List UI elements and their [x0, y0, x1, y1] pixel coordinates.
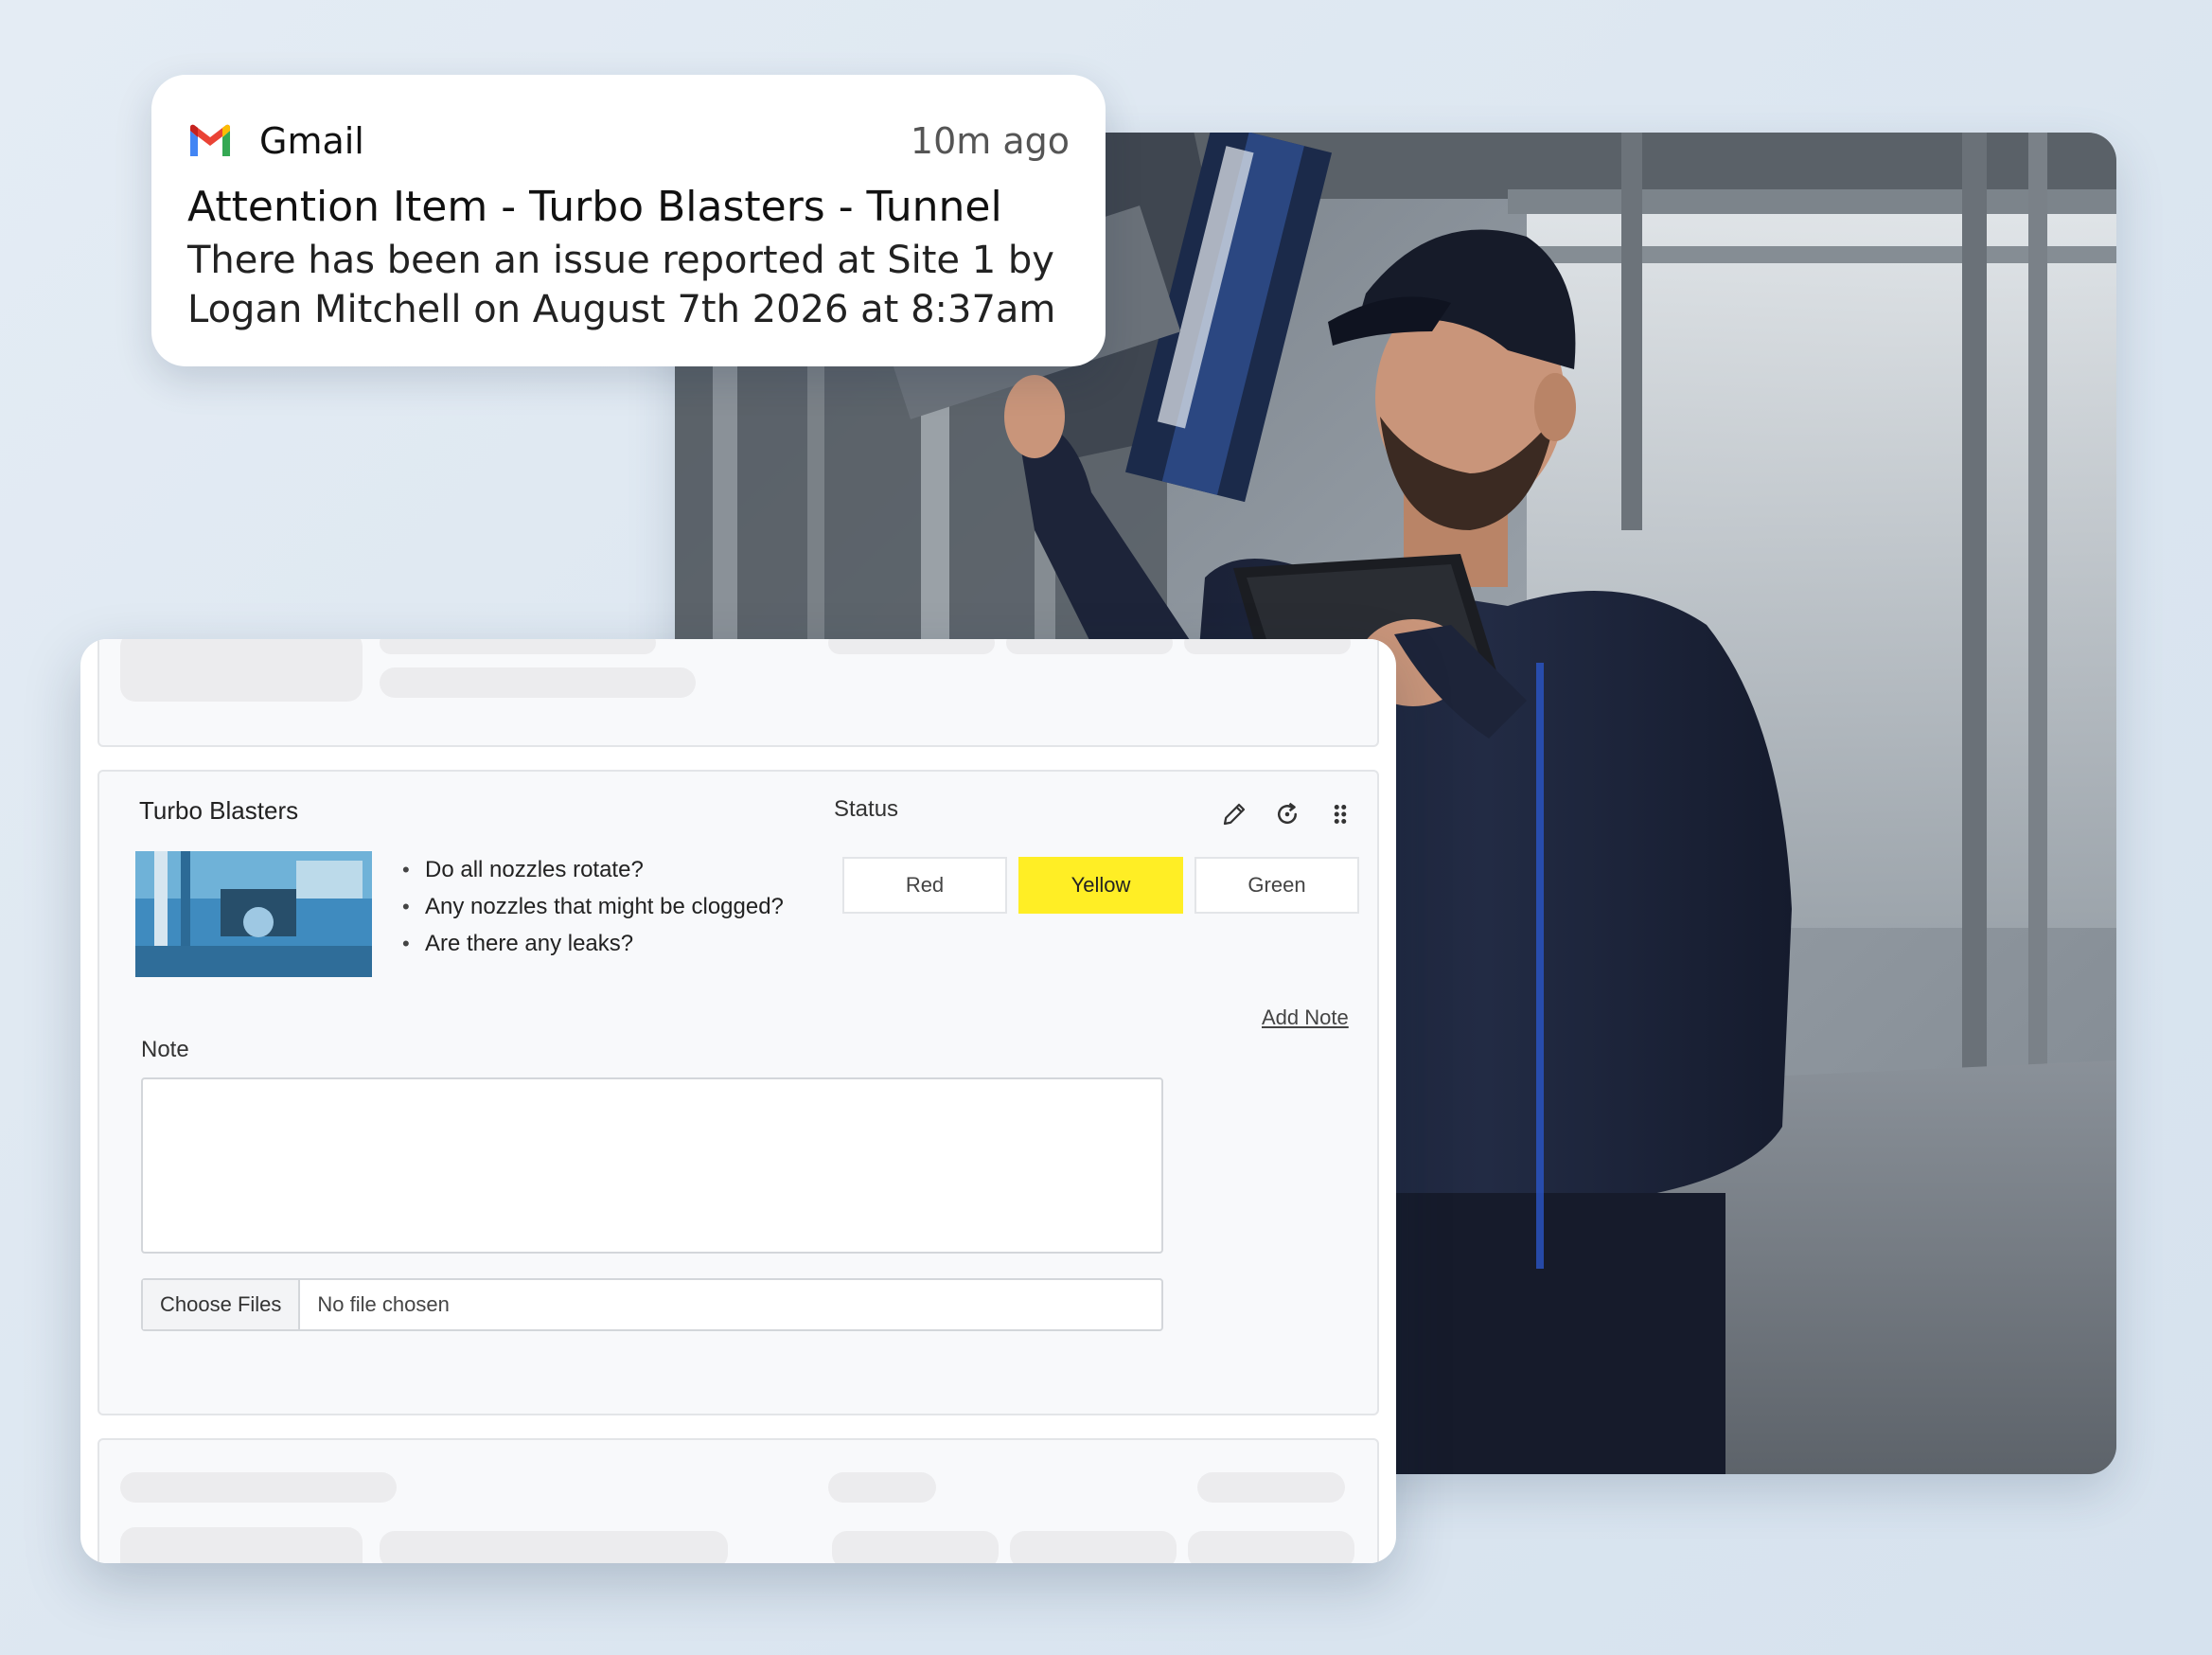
note-textarea[interactable]: [141, 1077, 1163, 1254]
inspection-checklist: Do all nozzles rotate? Any nozzles that …: [402, 851, 784, 962]
skeleton-block: [1006, 639, 1173, 654]
status-yellow-button[interactable]: Yellow: [1018, 857, 1183, 914]
checklist-item: Any nozzles that might be clogged?: [402, 888, 784, 925]
skeleton-block: [1010, 1531, 1177, 1563]
file-status: No file chosen: [317, 1292, 450, 1316]
skeleton-block: [380, 667, 696, 698]
skeleton-block: [380, 1531, 728, 1563]
checklist-item: Are there any leaks?: [402, 925, 784, 962]
status-label: Status: [834, 796, 899, 822]
inspection-title: Turbo Blasters: [139, 796, 299, 825]
notification-body-line-2: Logan Mitchell on August 7th 2026 at 8:3…: [187, 288, 1056, 331]
status-red-button[interactable]: Red: [842, 857, 1007, 914]
skeleton-block: [1188, 1531, 1354, 1563]
placeholder-card-top: [97, 639, 1379, 747]
skeleton-block: [120, 639, 363, 702]
status-green-button[interactable]: Green: [1194, 857, 1359, 914]
add-note-link[interactable]: Add Note: [1262, 1005, 1349, 1030]
gmail-notification[interactable]: Gmail 10m ago Attention Item - Turbo Bla…: [151, 75, 1106, 366]
choose-files-button[interactable]: Choose Files: [143, 1280, 301, 1329]
skeleton-block: [1197, 1472, 1345, 1503]
note-label: Note: [141, 1037, 189, 1062]
notification-header: Gmail 10m ago: [187, 111, 1070, 171]
skeleton-block: [1184, 639, 1351, 654]
notification-title: Attention Item - Turbo Blasters - Tunnel: [187, 183, 1002, 231]
gmail-logo-icon: [190, 124, 230, 156]
inspection-panel: Turbo Blasters Status Do all nozzle: [80, 639, 1396, 1563]
notification-app-name: Gmail: [259, 120, 364, 162]
drag-handle-icon[interactable]: [1326, 800, 1354, 828]
skeleton-block: [120, 1472, 397, 1503]
pencil-icon[interactable]: [1220, 800, 1248, 828]
skeleton-block: [120, 1527, 363, 1563]
notification-time: 10m ago: [910, 120, 1070, 162]
skeleton-block: [828, 639, 995, 654]
skeleton-block: [828, 1472, 936, 1503]
status-button-group: Red Yellow Green: [842, 857, 1359, 914]
inspection-card: Turbo Blasters Status Do all nozzle: [97, 770, 1379, 1415]
refresh-icon[interactable]: [1273, 800, 1301, 828]
checklist-item: Do all nozzles rotate?: [402, 851, 784, 888]
placeholder-card-bottom: [97, 1438, 1379, 1563]
skeleton-block: [380, 639, 656, 654]
equipment-thumbnail: [135, 851, 372, 977]
notification-body-line-1: There has been an issue reported at Site…: [187, 239, 1054, 282]
file-input[interactable]: Choose Files No file chosen: [141, 1278, 1163, 1331]
skeleton-block: [832, 1531, 999, 1563]
